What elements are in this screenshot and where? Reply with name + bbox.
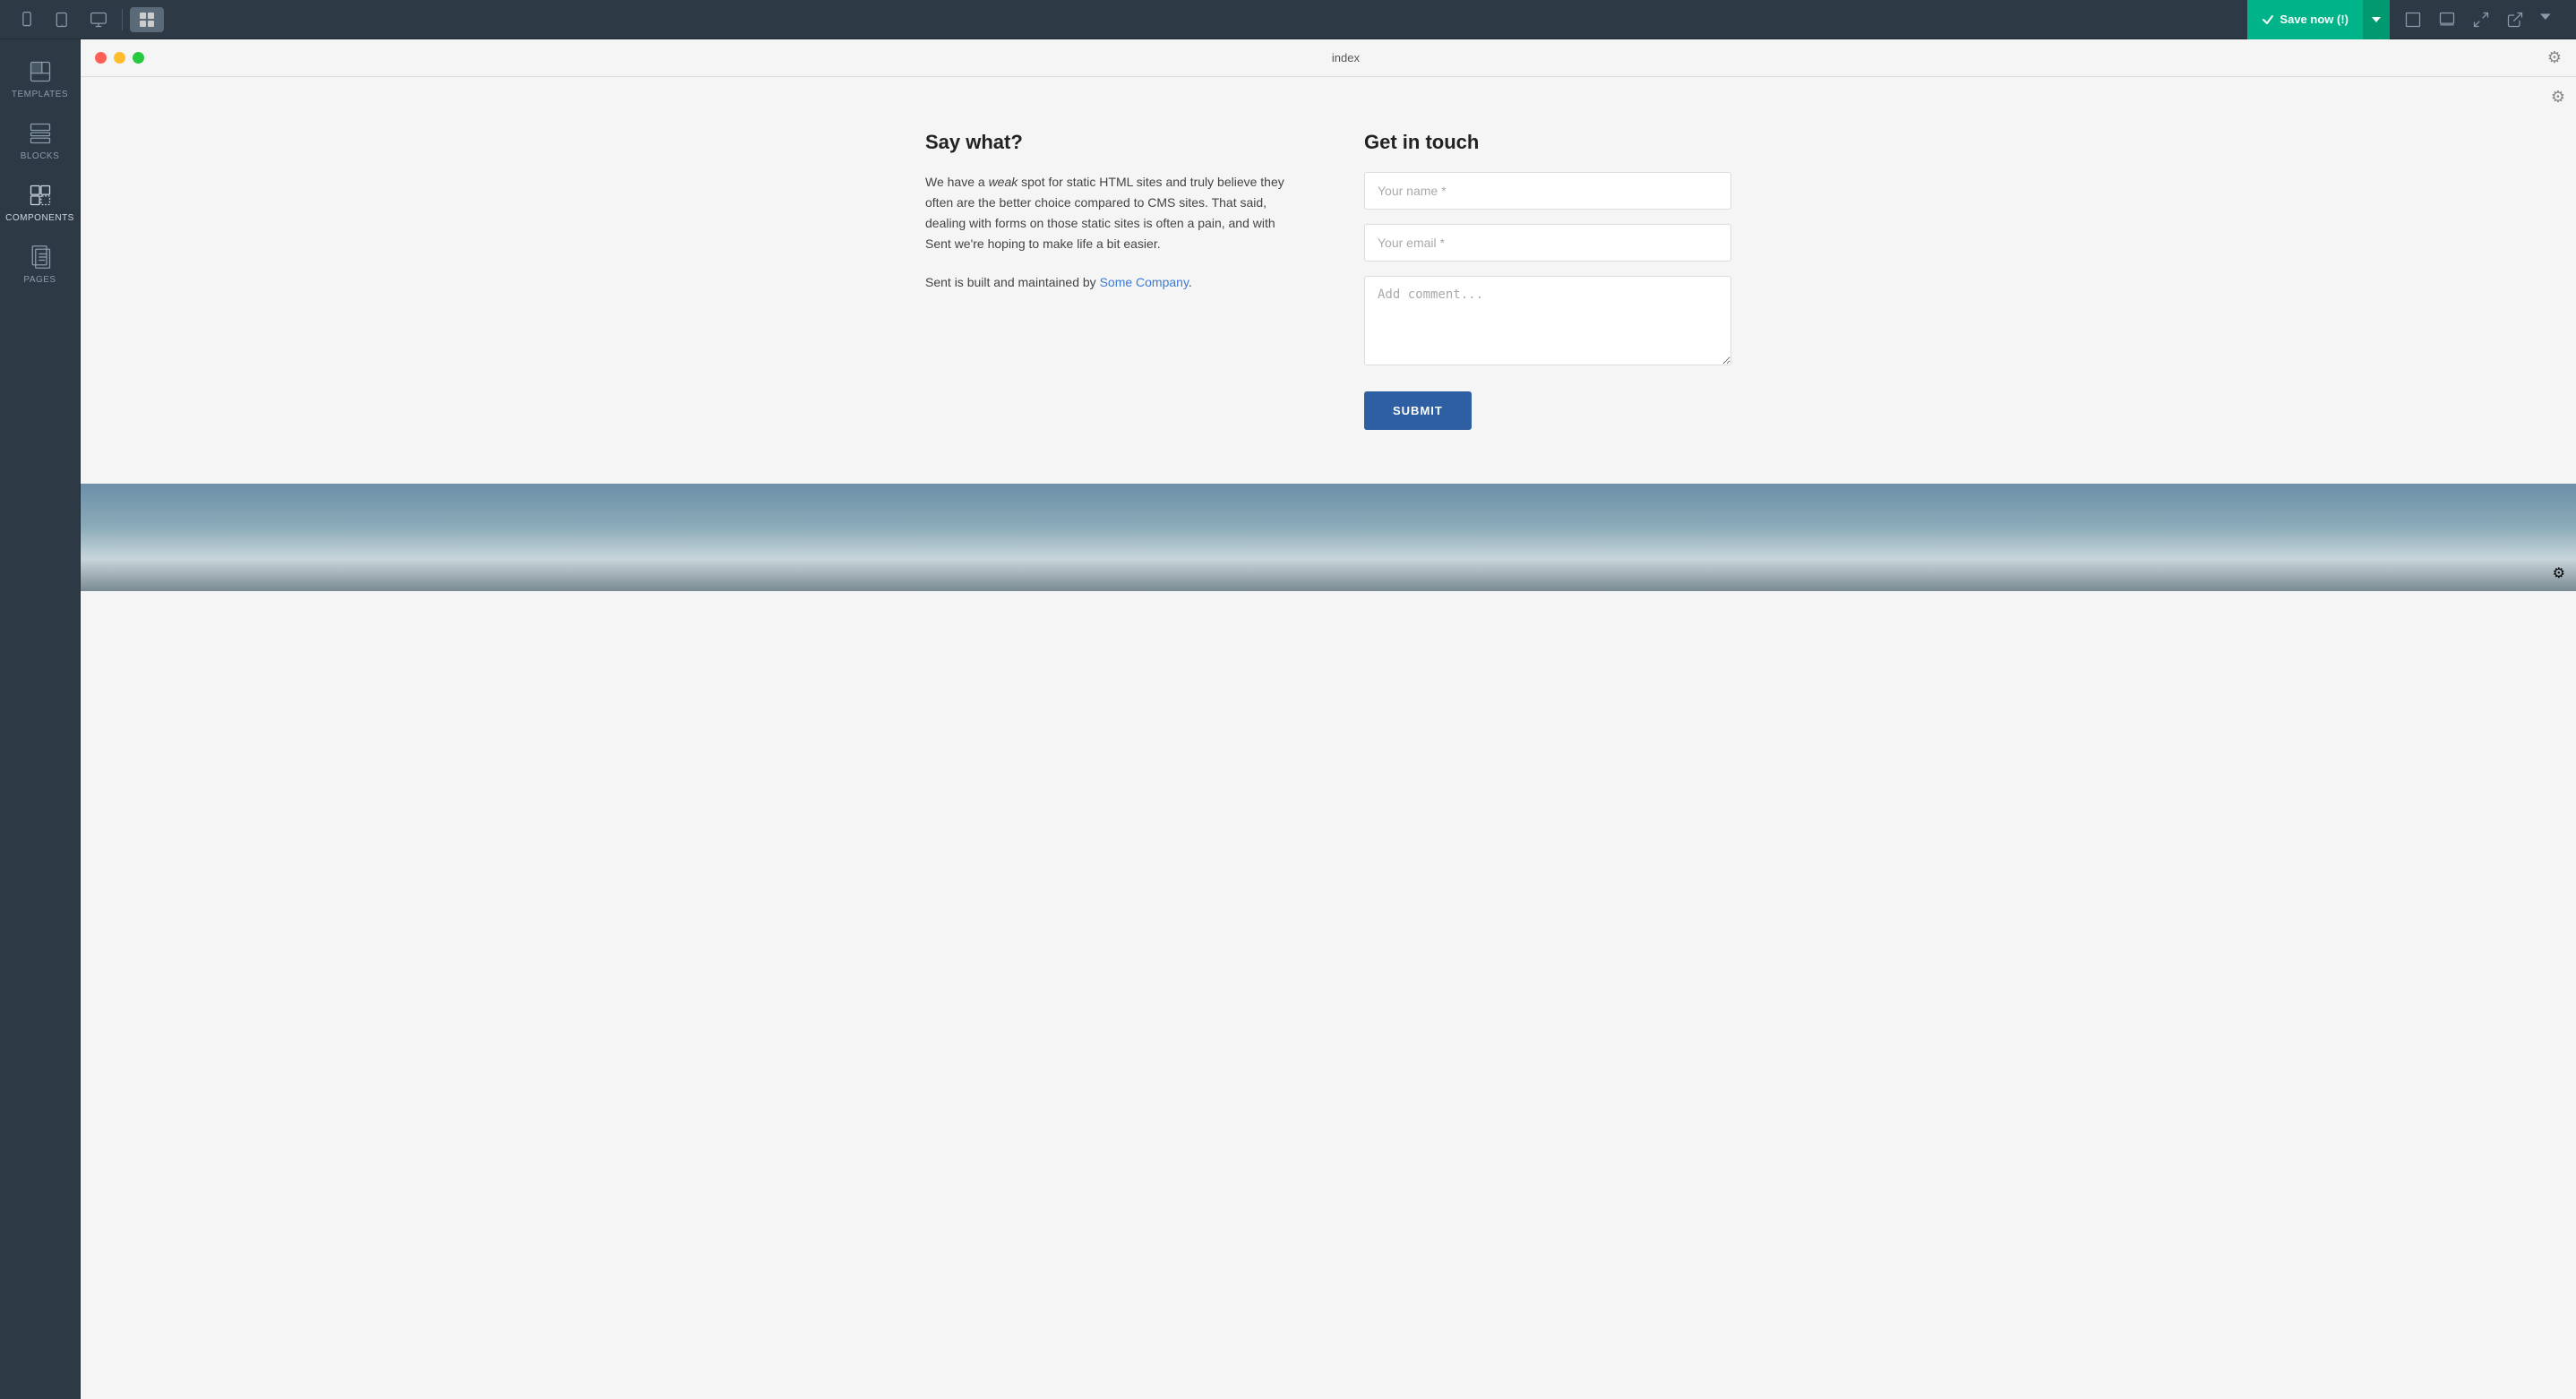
mobile-view-button[interactable]	[11, 5, 43, 34]
name-form-group	[1364, 172, 1731, 210]
emphasis-weak: weak	[989, 175, 1018, 189]
frame-view-button[interactable]	[2397, 5, 2429, 34]
comment-form-group	[1364, 276, 1731, 370]
grid-view-button[interactable]	[130, 7, 164, 32]
section-settings-gear-icon[interactable]: ⚙	[2551, 88, 2565, 107]
left-column-footer: Sent is built and maintained by Some Com…	[925, 272, 1292, 293]
traffic-light-green[interactable]	[133, 52, 144, 64]
email-input[interactable]	[1364, 224, 1731, 262]
name-input[interactable]	[1364, 172, 1731, 210]
save-dropdown-button[interactable]	[2363, 0, 2390, 39]
left-column-title: Say what?	[925, 131, 1292, 154]
toolbar-divider	[122, 9, 123, 30]
left-column: Say what? We have a weak spot for static…	[925, 131, 1292, 430]
content-section-contact: ⚙ Say what? We have a weak spot for stat…	[81, 77, 2576, 484]
sidebar-item-pages-label: PAGES	[23, 275, 56, 285]
left-column-body: We have a weak spot for static HTML site…	[925, 172, 1292, 254]
sidebar-item-templates[interactable]: TEMPLATES	[4, 50, 76, 108]
sidebar-item-pages[interactable]: PAGES	[4, 236, 76, 294]
sky-section-gear-icon[interactable]: ⚙	[2553, 564, 2565, 582]
browser-title: index	[151, 51, 2540, 64]
more-options-button[interactable]	[2533, 5, 2565, 34]
sky-section: ⚙	[81, 484, 2576, 591]
tablet-view-button[interactable]	[47, 5, 79, 34]
right-column-title: Get in touch	[1364, 131, 1731, 154]
email-form-group	[1364, 224, 1731, 262]
top-toolbar: Save now (!)	[0, 0, 2576, 39]
sidebar-item-blocks[interactable]: BLOCKS	[4, 112, 76, 170]
comment-textarea[interactable]	[1364, 276, 1731, 365]
settings-gear-icon[interactable]: ⚙	[2547, 48, 2562, 67]
traffic-light-yellow[interactable]	[114, 52, 125, 64]
toolbar-right-icons	[2397, 5, 2565, 34]
left-sidebar: TEMPLATES BLOCKS COMPONENTS	[0, 39, 81, 1399]
sidebar-item-components[interactable]: COMPONENTS	[4, 174, 76, 232]
some-company-link[interactable]: Some Company	[1100, 275, 1189, 289]
save-button-label: Save now (!)	[2280, 13, 2348, 26]
save-button[interactable]: Save now (!)	[2247, 0, 2363, 39]
traffic-light-red[interactable]	[95, 52, 107, 64]
desktop-view-button[interactable]	[82, 5, 115, 34]
sidebar-item-templates-label: TEMPLATES	[12, 90, 68, 99]
external-link-button[interactable]	[2499, 5, 2531, 34]
submit-button[interactable]: SUBMIT	[1364, 391, 1472, 430]
page-content: ⚙ Say what? We have a weak spot for stat…	[81, 77, 2576, 1399]
right-column: Get in touch SUBMIT	[1364, 131, 1731, 430]
device-buttons	[11, 5, 115, 34]
preview-button[interactable]	[2431, 5, 2463, 34]
main-layout: TEMPLATES BLOCKS COMPONENTS	[0, 39, 2576, 1399]
browser-chrome: index ⚙	[81, 39, 2576, 77]
responsive-button[interactable]	[2465, 5, 2497, 34]
section-grid: Say what? We have a weak spot for static…	[925, 131, 1731, 430]
canvas-area: index ⚙ ⚙ Say what? We have a weak spot …	[81, 39, 2576, 1399]
sidebar-item-blocks-label: BLOCKS	[21, 151, 60, 161]
sidebar-item-components-label: COMPONENTS	[5, 213, 74, 223]
